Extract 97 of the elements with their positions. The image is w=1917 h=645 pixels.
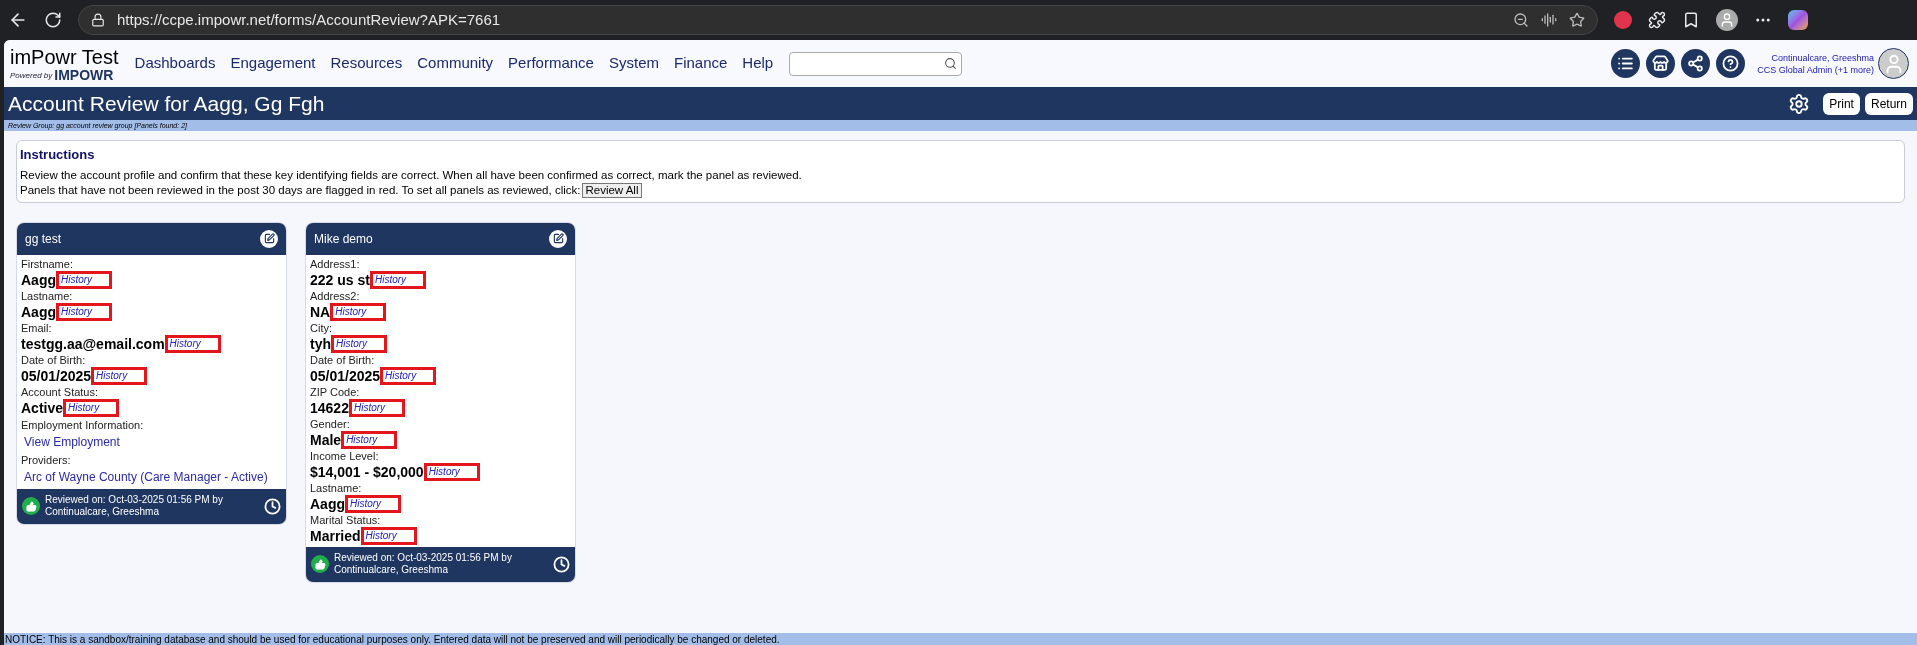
- clock-icon[interactable]: [553, 555, 570, 573]
- field-label: Address2:: [310, 289, 361, 303]
- history-link[interactable]: History: [59, 304, 93, 319]
- field-label: Gender:: [310, 417, 351, 431]
- star-icon[interactable]: [1569, 12, 1585, 28]
- field-label: Employment Information:: [21, 418, 145, 432]
- favorites-icon[interactable]: [1682, 11, 1700, 29]
- field-value: Active: [21, 398, 64, 417]
- history-link[interactable]: History: [167, 336, 201, 351]
- field-label: Providers:: [21, 453, 72, 467]
- storefront-icon[interactable]: [1646, 49, 1676, 78]
- history-link[interactable]: History: [426, 464, 460, 479]
- nav-link[interactable]: System: [608, 52, 659, 75]
- address-bar[interactable]: https://ccpe.impowr.net/forms/AccountReview?APK=7661: [78, 5, 1598, 35]
- field-label: Date of Birth:: [310, 353, 376, 367]
- nav-link[interactable]: Resources: [330, 52, 403, 75]
- zoom-icon[interactable]: [1513, 12, 1529, 28]
- share-icon[interactable]: [1681, 49, 1711, 78]
- panel-title: Mike demo: [314, 230, 374, 248]
- history-link[interactable]: History: [363, 528, 397, 543]
- nav-link[interactable]: Help: [742, 52, 774, 75]
- instructions-text: Review the account profile and confirm that these key identifying fields are correct. When all have been confirmed as correct, mark the panel as reviewed.: [20, 167, 802, 183]
- lock-icon: [91, 13, 105, 27]
- field-value: Male: [310, 430, 342, 449]
- nav-link[interactable]: Performance: [508, 52, 594, 75]
- instructions-title: Instructions: [20, 146, 96, 164]
- field-value: 222 us st: [310, 270, 370, 289]
- extension-icon[interactable]: [1614, 11, 1632, 29]
- brand-tagline: Powered by: [10, 69, 53, 82]
- history-link[interactable]: History: [372, 272, 407, 287]
- field-label: ZIP Code:: [310, 385, 361, 399]
- history-link[interactable]: History: [334, 336, 368, 351]
- field-label: Firstname:: [21, 257, 74, 271]
- panel-title: gg test: [25, 230, 63, 248]
- search-field[interactable]: [789, 51, 963, 76]
- field-value: Aagg: [21, 270, 56, 289]
- puzzle-icon[interactable]: [1648, 11, 1666, 29]
- reload-icon[interactable]: [44, 11, 62, 29]
- review-info: Continualcare, Greeshma: [45, 506, 160, 518]
- review-info: Continualcare, Greeshma: [334, 564, 449, 576]
- field-label: City:: [310, 321, 333, 335]
- history-link[interactable]: History: [333, 304, 367, 319]
- notice-text: NOTICE: This is a sandbox/training database and should be used for educational purposes only. Entered data will not be preserved and will periodically be changed or deleted.: [5, 633, 780, 645]
- history-link[interactable]: History: [351, 400, 386, 415]
- user-name[interactable]: Continualcare, Greeshma: [1771, 51, 1874, 64]
- field-label: Lastname:: [310, 481, 363, 495]
- review-all-button[interactable]: Review All: [582, 182, 642, 198]
- field-link[interactable]: Arc of Wayne County (Care Manager - Active): [21, 466, 282, 487]
- action-button[interactable]: Return: [1864, 92, 1913, 115]
- search-icon[interactable]: [944, 57, 958, 70]
- review-info: Reviewed on: Oct-03-2025 01:56 PM by: [334, 552, 513, 564]
- nav-link[interactable]: Dashboards: [134, 52, 216, 75]
- brand-logo: IMPOWR: [54, 67, 114, 82]
- field-label: Account Status:: [21, 385, 100, 399]
- profile-icon[interactable]: [1716, 9, 1738, 31]
- field-label: Date of Birth:: [21, 353, 87, 367]
- settings-icon[interactable]: [1788, 92, 1811, 115]
- list-icon[interactable]: [1611, 49, 1641, 78]
- field-link[interactable]: View Employment: [21, 431, 282, 452]
- edit-icon[interactable]: [549, 229, 567, 248]
- field-label: Lastname:: [21, 289, 74, 303]
- history-link[interactable]: History: [66, 400, 100, 415]
- review-info: Reviewed on: Oct-03-2025 01:56 PM by: [45, 494, 224, 506]
- history-link[interactable]: History: [344, 432, 378, 447]
- help-icon[interactable]: [1716, 49, 1746, 78]
- field-label: Marital Status:: [310, 513, 382, 527]
- field-label: Income Level:: [310, 449, 380, 463]
- history-link[interactable]: History: [59, 272, 93, 287]
- edit-icon[interactable]: [260, 229, 278, 248]
- field-value: NA: [310, 302, 331, 321]
- assistant-icon[interactable]: [1788, 10, 1808, 30]
- nav-link[interactable]: Community: [417, 52, 494, 75]
- history-link[interactable]: History: [383, 368, 417, 383]
- field-value: Aagg: [21, 302, 56, 321]
- field-value: $14,001 - $20,000: [310, 462, 424, 481]
- field-value: 14622: [310, 398, 349, 417]
- history-link[interactable]: History: [348, 496, 382, 511]
- nav-link[interactable]: Engagement: [230, 52, 316, 75]
- avatar[interactable]: [1878, 48, 1909, 79]
- field-value: 05/01/2025: [310, 366, 381, 385]
- read-aloud-icon[interactable]: [1541, 12, 1557, 28]
- field-label: Email:: [21, 321, 53, 335]
- url-text: https://ccpe.impowr.net/forms/AccountReview?APK=7661: [117, 9, 502, 30]
- field-value: testgg.aa@email.com: [21, 334, 165, 353]
- history-link[interactable]: History: [94, 368, 128, 383]
- field-value: 05/01/2025: [21, 366, 92, 385]
- field-label: Address1:: [310, 257, 361, 271]
- user-role[interactable]: CCS Global Admin (+1 more): [1757, 63, 1874, 76]
- field-value: tyh: [310, 334, 331, 353]
- brand-title: imPowr Test: [10, 45, 119, 68]
- instructions-text: Panels that have not been reviewed in the post 30 days are flagged in red. To set all panels as reviewed, click:: [20, 182, 581, 198]
- action-button[interactable]: Print: [1823, 92, 1860, 115]
- nav-link[interactable]: Finance: [673, 52, 728, 75]
- field-value: Aagg: [310, 494, 345, 513]
- field-value: Married: [310, 526, 361, 545]
- clock-icon[interactable]: [264, 497, 281, 515]
- page-title: Account Review for Aagg, Gg Fgh: [8, 90, 326, 117]
